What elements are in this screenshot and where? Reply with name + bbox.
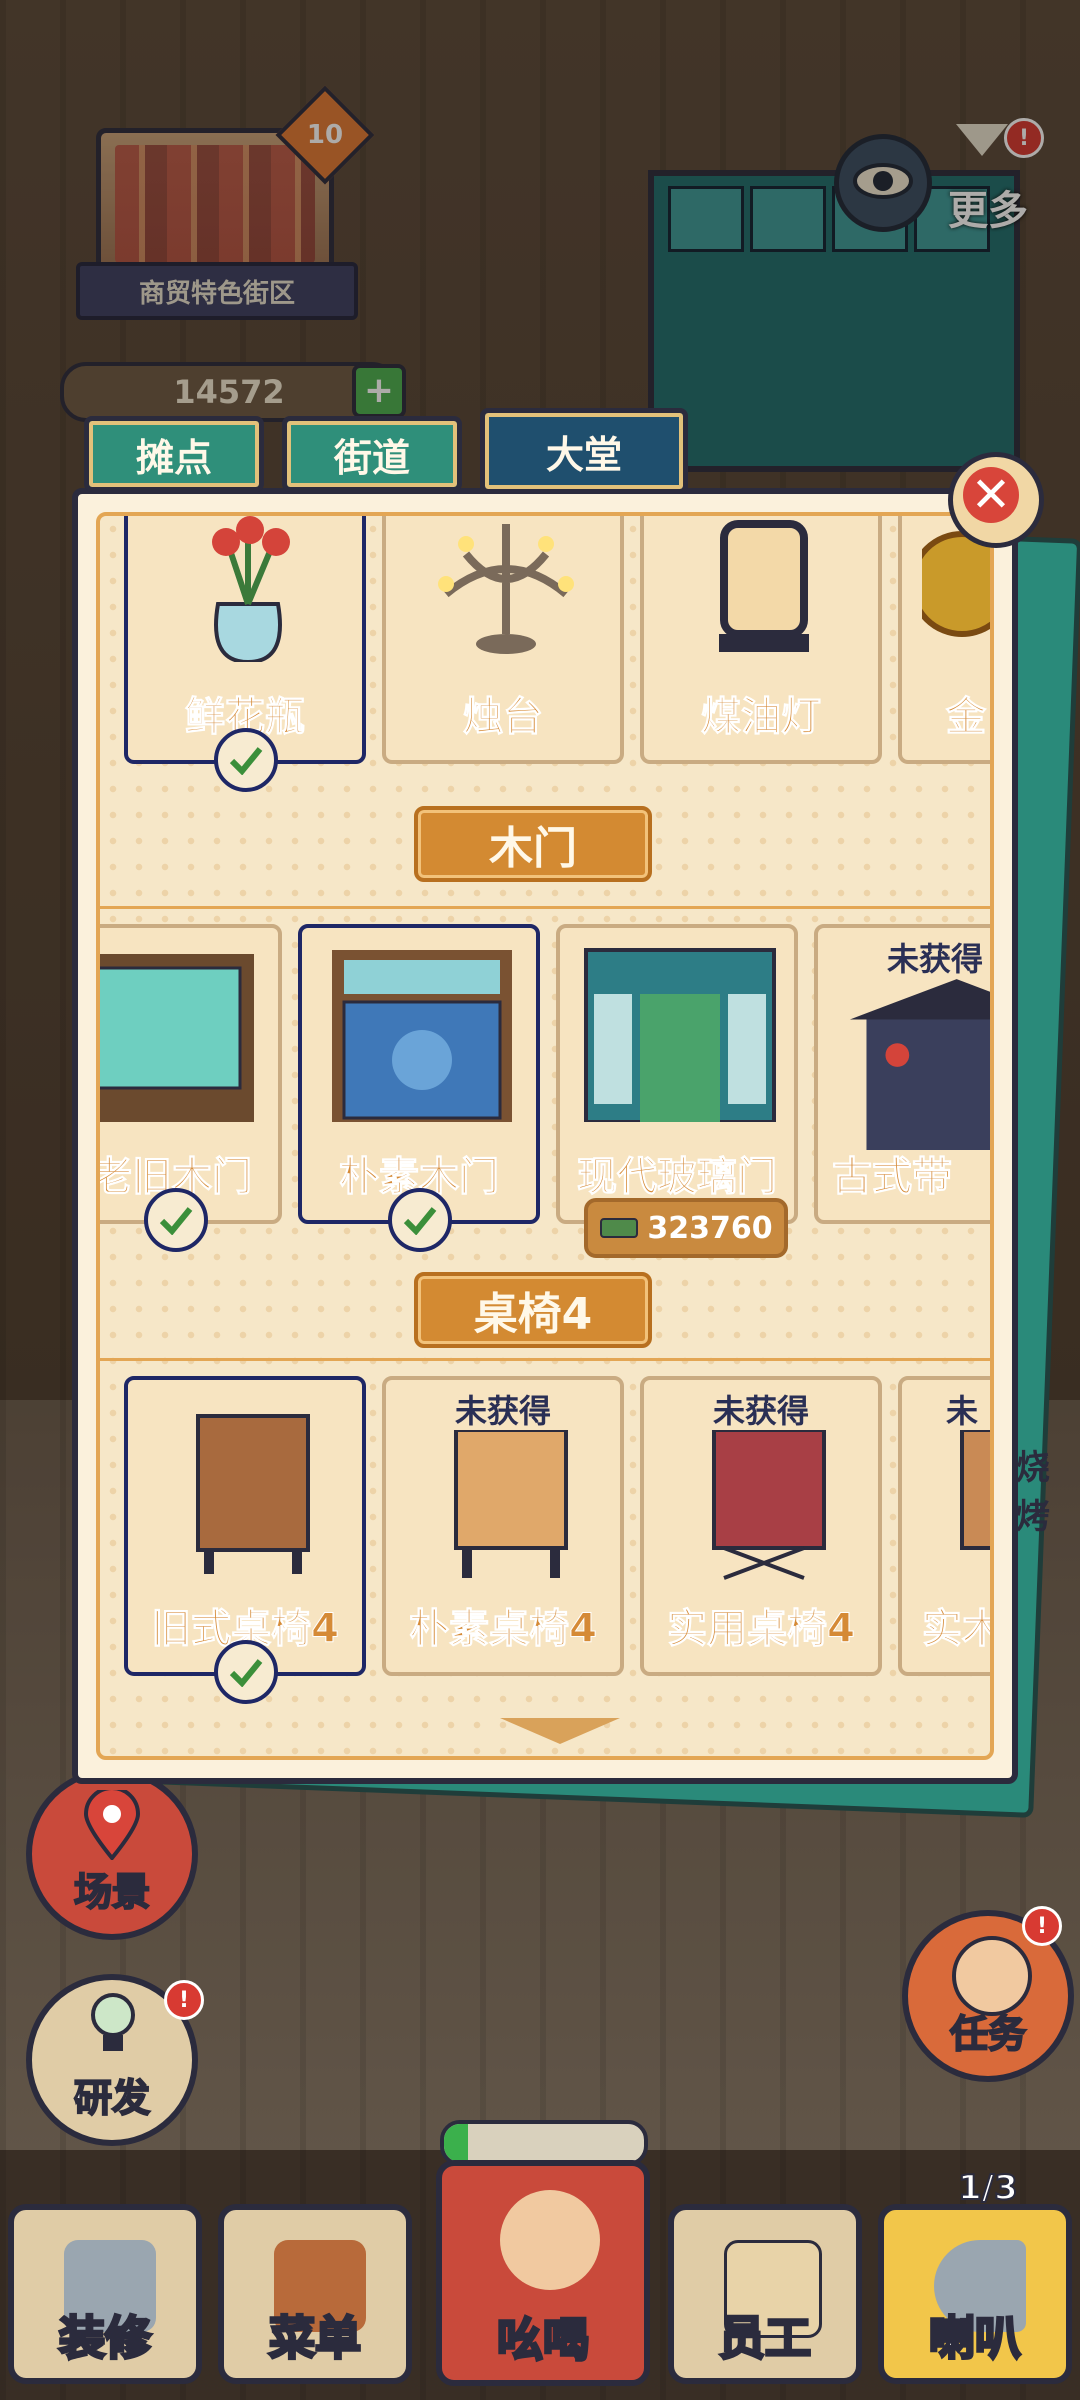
scene-label: 场景	[73, 1869, 151, 1915]
price-tag[interactable]: 323760	[584, 1198, 788, 1258]
location-pin-icon	[83, 1790, 141, 1860]
task-alert-badge: !	[1022, 1906, 1062, 1946]
item-card-modern-glass-door[interactable]: 现代玻璃门 323760	[556, 924, 798, 1258]
section-divider	[100, 906, 990, 909]
locked-label: 未	[946, 1392, 979, 1430]
item-card-flower-vase[interactable]: 鲜花瓶	[124, 516, 366, 792]
item-name: 金	[946, 694, 987, 741]
lightbulb-icon	[91, 1993, 135, 2051]
item-name: 朴素桌椅4	[409, 1606, 598, 1653]
item-card-ancient-door[interactable]: 未获得 古式带	[814, 924, 990, 1224]
cash-icon	[600, 1218, 639, 1238]
check-icon	[388, 1188, 452, 1252]
progress-fill	[444, 2124, 468, 2162]
section-header-door: 木门	[414, 806, 652, 882]
item-name: 实用桌椅4	[667, 1606, 856, 1653]
panel-scroll-area[interactable]: 鲜花瓶 烛台 煤油灯 金 木门 老旧木门 朴素木门 现代玻璃门 323760 未…	[96, 512, 994, 1760]
horn-count: 1/3	[957, 2167, 1019, 2209]
glass-door-icon	[584, 948, 776, 1122]
nav-horn-button[interactable]: 喇叭	[878, 2204, 1072, 2384]
nav-shout-button[interactable]: 吆喝	[436, 2160, 650, 2386]
tab-street[interactable]: 街道	[282, 416, 462, 492]
item-name: 实木	[922, 1606, 994, 1653]
check-icon	[214, 1640, 278, 1704]
item-card-simple-table[interactable]: 未获得 朴素桌椅4	[382, 1376, 624, 1676]
close-button[interactable]: ✕	[948, 452, 1044, 548]
section-header-table: 桌椅4	[414, 1272, 652, 1348]
item-card-simple-wooden-door[interactable]: 朴素木门	[298, 924, 540, 1252]
item-card-oil-lamp[interactable]: 煤油灯	[640, 516, 882, 764]
locked-label: 未获得	[712, 1392, 809, 1430]
item-card-practical-table[interactable]: 未获得 实用桌椅4	[640, 1376, 882, 1676]
item-name: 煤油灯	[701, 694, 822, 741]
nav-decorate-button[interactable]: 装修	[8, 2204, 202, 2384]
item-name: 现代玻璃门	[577, 1154, 778, 1201]
item-card-solid-wood-table[interactable]: 未 实木	[898, 1376, 994, 1676]
close-icon: ✕	[963, 467, 1019, 523]
check-icon	[144, 1188, 208, 1252]
item-name: 烛台	[463, 694, 544, 741]
nav-menu-button[interactable]: 菜单	[218, 2204, 412, 2384]
nav-label: 装修	[58, 2310, 153, 2367]
research-alert-badge: !	[164, 1980, 204, 2020]
simple-table-icon	[454, 1430, 568, 1578]
research-label: 研发	[73, 2075, 151, 2121]
wooden-table-icon	[196, 1414, 310, 1574]
check-icon	[214, 728, 278, 792]
folding-table-icon	[712, 1430, 826, 1580]
item-card-old-table[interactable]: 旧式桌椅4	[124, 1376, 366, 1704]
item-name: 古式带	[832, 1154, 953, 1201]
nav-label: 菜单	[268, 2310, 363, 2367]
blue-curtain-door-icon	[332, 950, 512, 1122]
solid-wood-table-icon	[960, 1430, 990, 1550]
scene-button[interactable]: 场景	[26, 1768, 198, 1940]
flower-vase-icon	[212, 516, 290, 662]
item-card-candelabra[interactable]: 烛台	[382, 516, 624, 764]
scroll-down-icon	[500, 1718, 620, 1744]
item-card-old-wooden-door[interactable]: 老旧木门	[100, 924, 282, 1252]
category-tabs: 摊点 街道 大堂	[84, 408, 688, 494]
nav-label: 员工	[718, 2310, 813, 2367]
locked-label: 未获得	[454, 1392, 551, 1430]
task-label: 任务	[949, 2011, 1027, 2057]
nav-staff-button[interactable]: 员工	[668, 2204, 862, 2384]
item-card-gold-ornament[interactable]: 金	[898, 516, 990, 764]
ancient-gate-icon	[849, 979, 990, 1150]
decoration-panel: 鲜花瓶 烛台 煤油灯 金 木门 老旧木门 朴素木门 现代玻璃门 323760 未…	[72, 488, 1018, 1784]
candelabra-icon	[438, 524, 574, 654]
nav-label: 吆喝	[496, 2312, 591, 2369]
tab-stall[interactable]: 摊点	[84, 416, 264, 492]
tab-hall[interactable]: 大堂	[480, 408, 688, 494]
curtain-door-icon	[100, 954, 254, 1122]
shouting-girl-icon	[500, 2190, 600, 2290]
bbq-sign: 烧烤	[1016, 1448, 1050, 1537]
nav-label: 喇叭	[928, 2310, 1023, 2367]
bottom-navigation: 装修 菜单 吆喝 员工 喇叭	[0, 2160, 1080, 2400]
oil-lamp-icon	[719, 520, 809, 652]
price-value: 323760	[647, 1210, 773, 1246]
section-divider	[100, 1358, 990, 1361]
